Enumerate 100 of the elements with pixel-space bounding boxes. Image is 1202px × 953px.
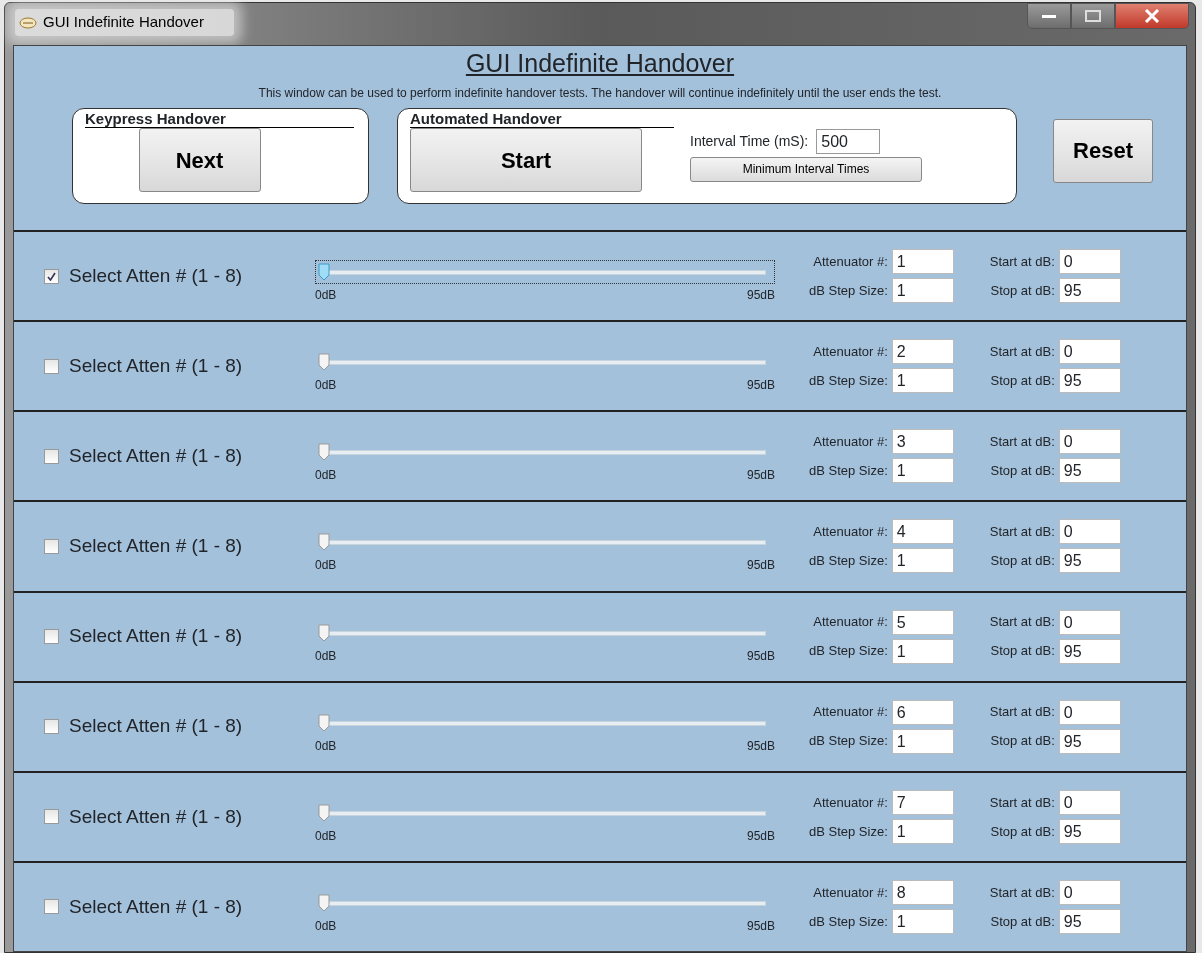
tick-label: 95dB — [746, 287, 775, 305]
next-button[interactable]: Next — [138, 128, 261, 192]
tick-label: 0dB — [315, 827, 337, 845]
checkbox-label: Select Atten # (1 - 8) — [69, 263, 244, 288]
start-field[interactable]: 0 — [1058, 879, 1121, 905]
tick-label: 95dB — [746, 377, 775, 395]
tick-label: 0dB — [315, 647, 337, 665]
step-size-field[interactable]: 1 — [891, 638, 954, 664]
field-label: Start at dB: — [989, 523, 1055, 542]
step-size-field[interactable]: 1 — [891, 728, 954, 754]
stop-field[interactable]: 95 — [1058, 908, 1121, 934]
maximize-icon — [1085, 10, 1101, 22]
step-size-field[interactable]: 1 — [891, 908, 954, 934]
start-field[interactable]: 0 — [1058, 609, 1121, 635]
attenuator-field[interactable]: 5 — [891, 609, 954, 635]
start-field[interactable]: 0 — [1058, 789, 1121, 815]
slider-thumb[interactable] — [318, 623, 330, 642]
field-label: Stop at dB: — [989, 281, 1055, 300]
attenuator-field[interactable]: 8 — [891, 879, 954, 905]
tick-label: 95dB — [746, 647, 775, 665]
field-label: dB Step Size: — [809, 462, 888, 481]
check-icon — [47, 271, 56, 281]
attenuator-field[interactable]: 7 — [891, 789, 954, 815]
app-logo-icon — [19, 15, 37, 30]
field-label: dB Step Size: — [809, 281, 888, 300]
step-size-field[interactable]: 1 — [891, 458, 954, 484]
tick-label: 95dB — [746, 737, 775, 755]
field-label: Start at dB: — [989, 793, 1055, 812]
field-label: Stop at dB: — [989, 822, 1055, 841]
stop-field[interactable]: 95 — [1058, 368, 1121, 394]
step-size-field[interactable]: 1 — [891, 278, 954, 304]
reset-button[interactable]: Reset — [1053, 118, 1153, 183]
field-label: Start at dB: — [989, 883, 1055, 902]
stop-field[interactable]: 95 — [1058, 728, 1121, 754]
checkbox[interactable] — [44, 719, 59, 735]
tick-label: 95dB — [746, 557, 775, 575]
attenuator-field[interactable]: 1 — [891, 249, 954, 275]
attenuator-field[interactable]: 4 — [891, 519, 954, 545]
step-size-field[interactable]: 1 — [891, 818, 954, 844]
maximize-button[interactable] — [1071, 3, 1115, 29]
slider-thumb[interactable] — [318, 803, 330, 822]
checkbox[interactable] — [44, 358, 59, 374]
field-label: Start at dB: — [989, 703, 1055, 722]
tick-label: 95dB — [746, 827, 775, 845]
slider-thumb[interactable] — [318, 713, 330, 732]
stop-field[interactable]: 95 — [1058, 638, 1121, 664]
field-label: Start at dB: — [989, 342, 1055, 361]
slider-thumb[interactable] — [318, 263, 330, 282]
checkbox[interactable] — [44, 629, 59, 645]
start-field[interactable]: 0 — [1058, 519, 1121, 545]
stop-field[interactable]: 95 — [1058, 548, 1121, 574]
field-label: Attenuator #: — [812, 793, 888, 812]
stop-field[interactable]: 95 — [1058, 278, 1121, 304]
interval-field[interactable]: 500 — [816, 128, 881, 154]
stop-field[interactable]: 95 — [1058, 458, 1121, 484]
checkbox-label: Select Atten # (1 - 8) — [69, 624, 244, 649]
field-label: Stop at dB: — [989, 462, 1055, 481]
minimize-icon — [1041, 13, 1057, 19]
tick-label: 0dB — [315, 557, 337, 575]
start-button[interactable]: Start — [410, 128, 642, 192]
field-label: dB Step Size: — [809, 912, 888, 931]
slider-thumb[interactable] — [318, 353, 330, 372]
stop-field[interactable]: 95 — [1058, 818, 1121, 844]
close-button[interactable] — [1115, 3, 1189, 29]
field-label: dB Step Size: — [809, 642, 888, 661]
checkbox[interactable] — [44, 268, 59, 284]
minimum-interval-button[interactable]: Minimum Interval Times — [690, 156, 922, 182]
checkbox[interactable] — [44, 809, 59, 825]
field-label: Attenuator #: — [812, 523, 888, 542]
attenuator-field[interactable]: 6 — [891, 699, 954, 725]
checkbox-label: Select Atten # (1 - 8) — [69, 894, 244, 919]
start-field[interactable]: 0 — [1058, 249, 1121, 275]
checkbox-label: Select Atten # (1 - 8) — [69, 534, 244, 559]
tick-label: 0dB — [315, 917, 337, 935]
field-label: dB Step Size: — [809, 732, 888, 751]
field-label: Attenuator #: — [812, 342, 888, 361]
tick-label: 95dB — [746, 467, 775, 485]
window-title: GUI Indefinite Handover — [43, 12, 204, 33]
field-label: Stop at dB: — [989, 552, 1055, 571]
field-label: Start at dB: — [989, 252, 1055, 271]
slider-thumb[interactable] — [318, 893, 330, 912]
checkbox[interactable] — [44, 538, 59, 554]
slider[interactable] — [315, 260, 775, 285]
slider-thumb[interactable] — [318, 533, 330, 552]
start-field[interactable]: 0 — [1058, 699, 1121, 725]
step-size-field[interactable]: 1 — [891, 368, 954, 394]
tick-label: 0dB — [315, 377, 337, 395]
attenuator-field[interactable]: 3 — [891, 429, 954, 455]
field-label: Attenuator #: — [812, 883, 888, 902]
field-label: Stop at dB: — [989, 642, 1055, 661]
minimize-button[interactable] — [1027, 3, 1071, 29]
start-field[interactable]: 0 — [1058, 429, 1121, 455]
checkbox[interactable] — [44, 448, 59, 464]
attenuator-field[interactable]: 2 — [891, 339, 954, 365]
field-label: Attenuator #: — [812, 252, 888, 271]
step-size-field[interactable]: 1 — [891, 548, 954, 574]
tick-label: 0dB — [315, 287, 337, 305]
checkbox[interactable] — [44, 899, 59, 915]
start-field[interactable]: 0 — [1058, 339, 1121, 365]
slider-thumb[interactable] — [318, 443, 330, 462]
